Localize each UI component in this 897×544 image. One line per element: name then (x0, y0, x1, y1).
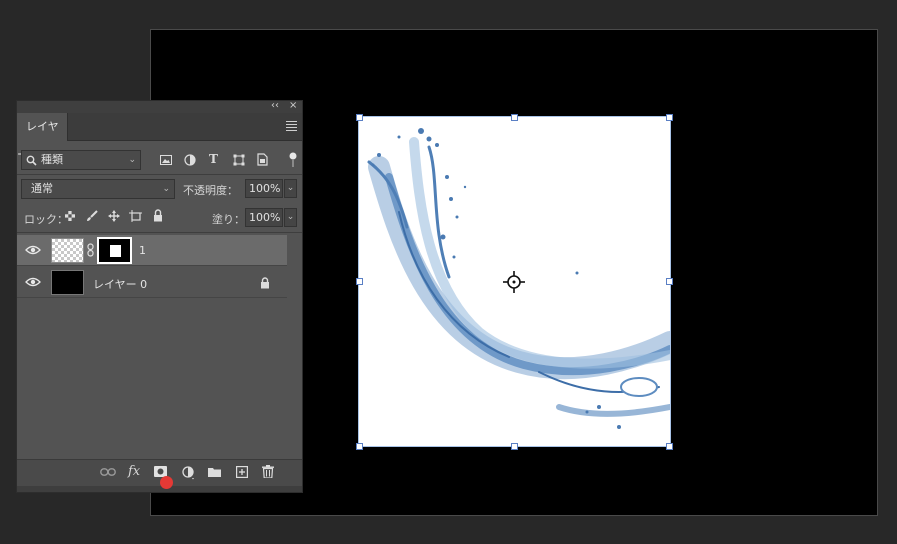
mask-link-icon[interactable] (87, 243, 94, 257)
filter-kind-label: 種類 (41, 153, 63, 166)
type-filter-icon[interactable]: T (209, 152, 218, 166)
lock-artboard-icon[interactable] (129, 210, 142, 222)
layer-thumbnail[interactable] (51, 238, 84, 263)
lock-all-icon[interactable] (153, 209, 163, 222)
transform-handle-middle-left[interactable] (356, 278, 363, 285)
transform-handle-bottom-center[interactable] (511, 443, 518, 450)
blend-mode-value: 通常 (31, 182, 53, 195)
opacity-label: 不透明度： (183, 184, 238, 197)
layer-row-1[interactable]: 1 (17, 235, 287, 266)
visibility-eye-icon[interactable] (25, 244, 41, 256)
reference-point-icon[interactable] (503, 271, 525, 293)
layer-mask-thumbnail[interactable] (97, 237, 132, 264)
tab-layers[interactable]: レイヤー (17, 113, 68, 161)
new-group-icon[interactable] (208, 467, 221, 477)
opacity-input[interactable]: 100% (245, 179, 283, 198)
layer-name[interactable]: 1 (139, 244, 146, 257)
click-indicator-dot (160, 476, 173, 489)
transform-handle-top-center[interactable] (511, 114, 518, 121)
lock-image-pixels-icon[interactable] (86, 210, 98, 222)
collapse-panel-icon[interactable]: ‹‹ (271, 100, 279, 111)
panel-tab-bar: レイヤー (17, 113, 302, 161)
fill-dropdown-icon[interactable]: ⌄ (284, 208, 297, 227)
transform-handle-bottom-left[interactable] (356, 443, 363, 450)
transform-handle-top-left[interactable] (356, 114, 363, 121)
panel-menu-icon[interactable] (286, 121, 297, 133)
smart-object-filter-icon[interactable] (257, 153, 268, 166)
panel-title-bar[interactable]: ‹‹ × (17, 100, 302, 113)
panel-bottom-edge (17, 486, 302, 492)
transform-handle-bottom-right[interactable] (666, 443, 673, 450)
fill-input[interactable]: 100% (245, 208, 283, 227)
chevron-down-icon: ⌄ (162, 184, 170, 194)
close-panel-icon[interactable]: × (289, 100, 297, 111)
new-layer-icon[interactable] (236, 466, 248, 478)
transform-handle-middle-right[interactable] (666, 278, 673, 285)
delete-layer-icon[interactable] (262, 465, 274, 478)
blend-mode-select[interactable]: 通常 ⌄ (21, 179, 175, 199)
search-icon (26, 155, 37, 166)
transform-handle-top-right[interactable] (666, 114, 673, 121)
layer-lock-icon (261, 277, 269, 289)
adjustment-layer-icon[interactable] (182, 466, 196, 480)
lock-label: ロック： (24, 213, 68, 226)
filter-kind-select[interactable]: 種類 ⌄ (21, 150, 141, 170)
fx-icon[interactable]: fx (128, 464, 140, 479)
filter-toggle-icon[interactable] (289, 152, 297, 168)
adjustment-filter-icon[interactable] (184, 154, 196, 166)
lock-transparent-pixels-icon[interactable] (65, 211, 75, 221)
image-filter-icon[interactable] (160, 155, 172, 165)
layers-panel: ‹‹ × レイヤー 種類 ⌄ T 通常 ⌄ 不透明度： 100% ⌄ (16, 100, 303, 493)
layer-thumbnail[interactable] (51, 270, 84, 295)
mask-white-area (110, 245, 121, 257)
opacity-dropdown-icon[interactable]: ⌄ (284, 179, 297, 198)
shape-filter-icon[interactable] (233, 154, 245, 166)
lock-position-icon[interactable] (108, 210, 120, 222)
fill-label: 塗り： (212, 213, 245, 226)
layer-row-layer-0[interactable]: レイヤー 0 (17, 267, 287, 298)
link-layers-icon[interactable] (100, 468, 116, 476)
layer-name[interactable]: レイヤー 0 (93, 276, 147, 292)
visibility-eye-icon[interactable] (25, 276, 41, 288)
chevron-down-icon: ⌄ (128, 155, 136, 165)
